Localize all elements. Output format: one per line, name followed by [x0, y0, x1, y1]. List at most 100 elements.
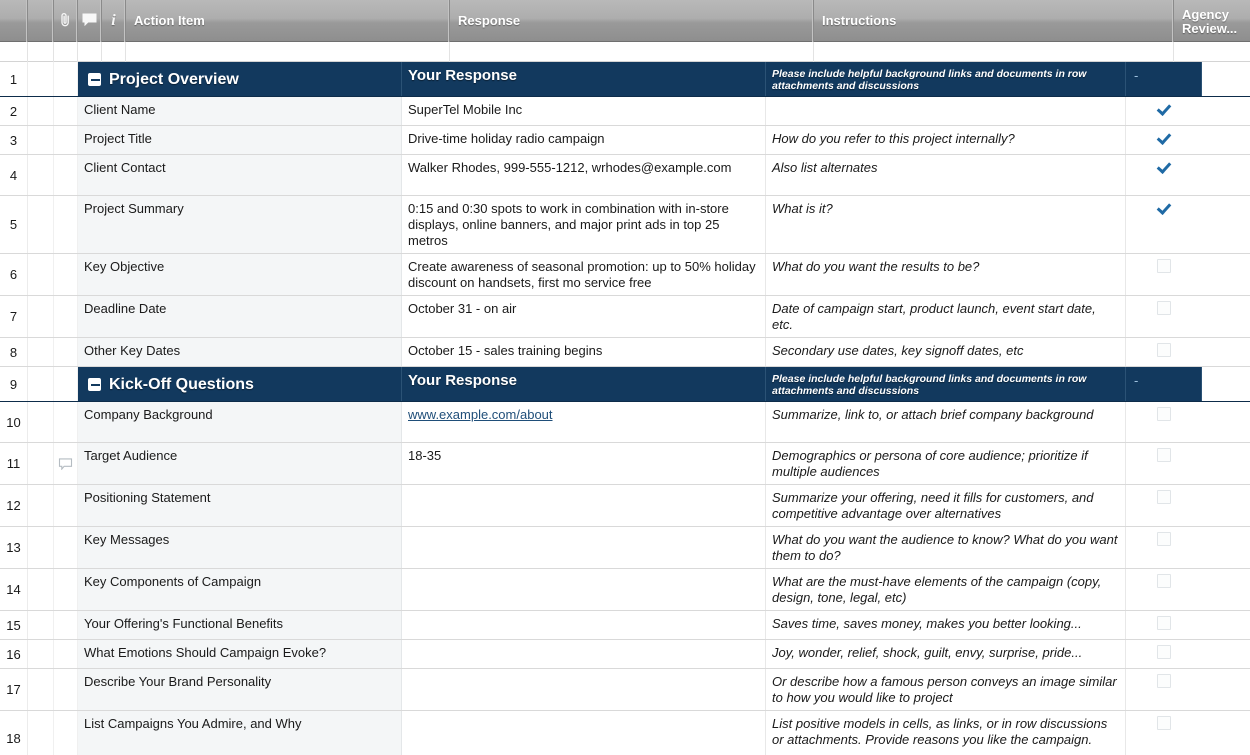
- row-attachment-cell[interactable]: [28, 611, 54, 639]
- action-item-cell[interactable]: Client Contact: [78, 155, 402, 195]
- agency-review-cell[interactable]: [1126, 443, 1202, 484]
- comment-bubble-icon[interactable]: [78, 0, 102, 42]
- table-row[interactable]: 2 Client Name SuperTel Mobile Inc: [0, 97, 1250, 126]
- row-number[interactable]: 13: [0, 527, 28, 568]
- agency-review-cell[interactable]: [1126, 569, 1202, 610]
- response-cell[interactable]: [402, 611, 766, 639]
- agency-review-cell[interactable]: [1126, 527, 1202, 568]
- checkbox-unchecked[interactable]: [1157, 448, 1171, 462]
- row-comment-cell[interactable]: [54, 669, 78, 710]
- table-row[interactable]: 8 Other Key Dates October 15 - sales train…: [0, 338, 1250, 367]
- response-link[interactable]: www.example.com/about: [408, 407, 553, 422]
- row-number[interactable]: 14: [0, 569, 28, 610]
- column-header-agency-review[interactable]: Agency Review...: [1174, 0, 1250, 42]
- row-attachment-cell[interactable]: [28, 196, 54, 253]
- action-item-cell[interactable]: Your Offering's Functional Benefits: [78, 611, 402, 639]
- column-header-action-item[interactable]: Action Item: [126, 0, 450, 42]
- agency-review-cell[interactable]: [1126, 254, 1202, 295]
- row-number[interactable]: 4: [0, 155, 28, 195]
- action-item-cell[interactable]: Deadline Date: [78, 296, 402, 337]
- row-attachment-cell[interactable]: [28, 155, 54, 195]
- table-row[interactable]: 11 Target Audience 18-35 Demographics or pe…: [0, 443, 1250, 485]
- checkbox-unchecked[interactable]: [1157, 490, 1171, 504]
- table-row[interactable]: 12 Positioning Statement Summarize your of…: [0, 485, 1250, 527]
- info-icon[interactable]: i: [102, 0, 126, 42]
- response-cell[interactable]: Drive-time holiday radio campaign: [402, 126, 766, 154]
- row-number[interactable]: 16: [0, 640, 28, 668]
- agency-review-cell[interactable]: [1126, 711, 1202, 755]
- response-cell[interactable]: [402, 527, 766, 568]
- section-title-cell[interactable]: Project Overview: [78, 62, 402, 96]
- checkmark-icon[interactable]: [1157, 102, 1171, 116]
- row-attachment-cell[interactable]: [28, 402, 54, 442]
- row-comment-cell[interactable]: [54, 296, 78, 337]
- row-number[interactable]: 1: [0, 62, 28, 96]
- checkbox-unchecked[interactable]: [1157, 616, 1171, 630]
- row-number[interactable]: 18: [0, 711, 28, 755]
- action-item-cell[interactable]: Key Messages: [78, 527, 402, 568]
- row-number[interactable]: 6: [0, 254, 28, 295]
- column-header-instructions[interactable]: Instructions: [814, 0, 1174, 42]
- table-row[interactable]: 7 Deadline Date October 31 - on air Date of…: [0, 296, 1250, 338]
- response-cell[interactable]: October 31 - on air: [402, 296, 766, 337]
- checkbox-unchecked[interactable]: [1157, 259, 1171, 273]
- instructions-cell[interactable]: What do you want the results to be?: [766, 254, 1126, 295]
- response-cell[interactable]: www.example.com/about: [402, 402, 766, 442]
- agency-review-cell[interactable]: [1126, 155, 1202, 195]
- row-comment-cell[interactable]: [54, 155, 78, 195]
- instructions-cell[interactable]: What are the must-have elements of the c…: [766, 569, 1126, 610]
- row-attachment-cell[interactable]: [28, 296, 54, 337]
- agency-review-cell[interactable]: -: [1126, 62, 1202, 96]
- row-attachment-cell[interactable]: [28, 569, 54, 610]
- row-attachment-cell[interactable]: [28, 669, 54, 710]
- row-number[interactable]: 15: [0, 611, 28, 639]
- table-row[interactable]: 15 Your Offering's Functional Benefits Sav…: [0, 611, 1250, 640]
- checkmark-icon[interactable]: [1157, 131, 1171, 145]
- row-attachment-cell[interactable]: [28, 97, 54, 125]
- response-cell[interactable]: Create awareness of seasonal promotion: …: [402, 254, 766, 295]
- row-number[interactable]: 12: [0, 485, 28, 526]
- action-item-cell[interactable]: What Emotions Should Campaign Evoke?: [78, 640, 402, 668]
- agency-review-cell[interactable]: [1126, 196, 1202, 253]
- row-attachment-cell[interactable]: [28, 711, 54, 755]
- agency-review-cell[interactable]: [1126, 338, 1202, 366]
- row-comment-cell[interactable]: [54, 402, 78, 442]
- action-item-cell[interactable]: Client Name: [78, 97, 402, 125]
- section-instructions-cell[interactable]: Please include helpful background links …: [766, 367, 1126, 401]
- row-number[interactable]: 2: [0, 97, 28, 125]
- response-cell[interactable]: Walker Rhodes, 999-555-1212, wrhodes@exa…: [402, 155, 766, 195]
- agency-review-cell[interactable]: [1126, 640, 1202, 668]
- agency-review-cell[interactable]: [1126, 97, 1202, 125]
- agency-review-cell[interactable]: [1126, 126, 1202, 154]
- instructions-cell[interactable]: What is it?: [766, 196, 1126, 253]
- row-number[interactable]: 10: [0, 402, 28, 442]
- checkbox-unchecked[interactable]: [1157, 674, 1171, 688]
- row-number[interactable]: 7: [0, 296, 28, 337]
- action-item-cell[interactable]: Project Summary: [78, 196, 402, 253]
- table-row[interactable]: 14 Key Components of Campaign What are the…: [0, 569, 1250, 611]
- instructions-cell[interactable]: List positive models in cells, as links,…: [766, 711, 1126, 755]
- table-row[interactable]: 5 Project Summary 0:15 and 0:30 spots to w…: [0, 196, 1250, 254]
- action-item-cell[interactable]: Key Components of Campaign: [78, 569, 402, 610]
- instructions-cell[interactable]: [766, 97, 1126, 125]
- table-row[interactable]: 13 Key Messages What do you want the audie…: [0, 527, 1250, 569]
- row-comment-cell[interactable]: [54, 62, 78, 96]
- row-number[interactable]: 3: [0, 126, 28, 154]
- row-comment-cell[interactable]: [54, 569, 78, 610]
- response-cell[interactable]: October 15 - sales training begins: [402, 338, 766, 366]
- response-cell[interactable]: [402, 711, 766, 755]
- agency-review-cell[interactable]: -: [1126, 367, 1202, 401]
- row-number[interactable]: 11: [0, 443, 28, 484]
- checkbox-unchecked[interactable]: [1157, 645, 1171, 659]
- table-row[interactable]: 4 Client Contact Walker Rhodes, 999-555-12…: [0, 155, 1250, 196]
- response-cell[interactable]: 18-35: [402, 443, 766, 484]
- row-attachment-cell[interactable]: [28, 338, 54, 366]
- row-comment-cell[interactable]: [54, 711, 78, 755]
- instructions-cell[interactable]: Summarize, link to, or attach brief comp…: [766, 402, 1126, 442]
- table-row[interactable]: 6 Key Objective Create awareness of season…: [0, 254, 1250, 296]
- action-item-cell[interactable]: Target Audience: [78, 443, 402, 484]
- agency-review-cell[interactable]: [1126, 402, 1202, 442]
- action-item-cell[interactable]: Other Key Dates: [78, 338, 402, 366]
- checkbox-unchecked[interactable]: [1157, 716, 1171, 730]
- action-item-cell[interactable]: Project Title: [78, 126, 402, 154]
